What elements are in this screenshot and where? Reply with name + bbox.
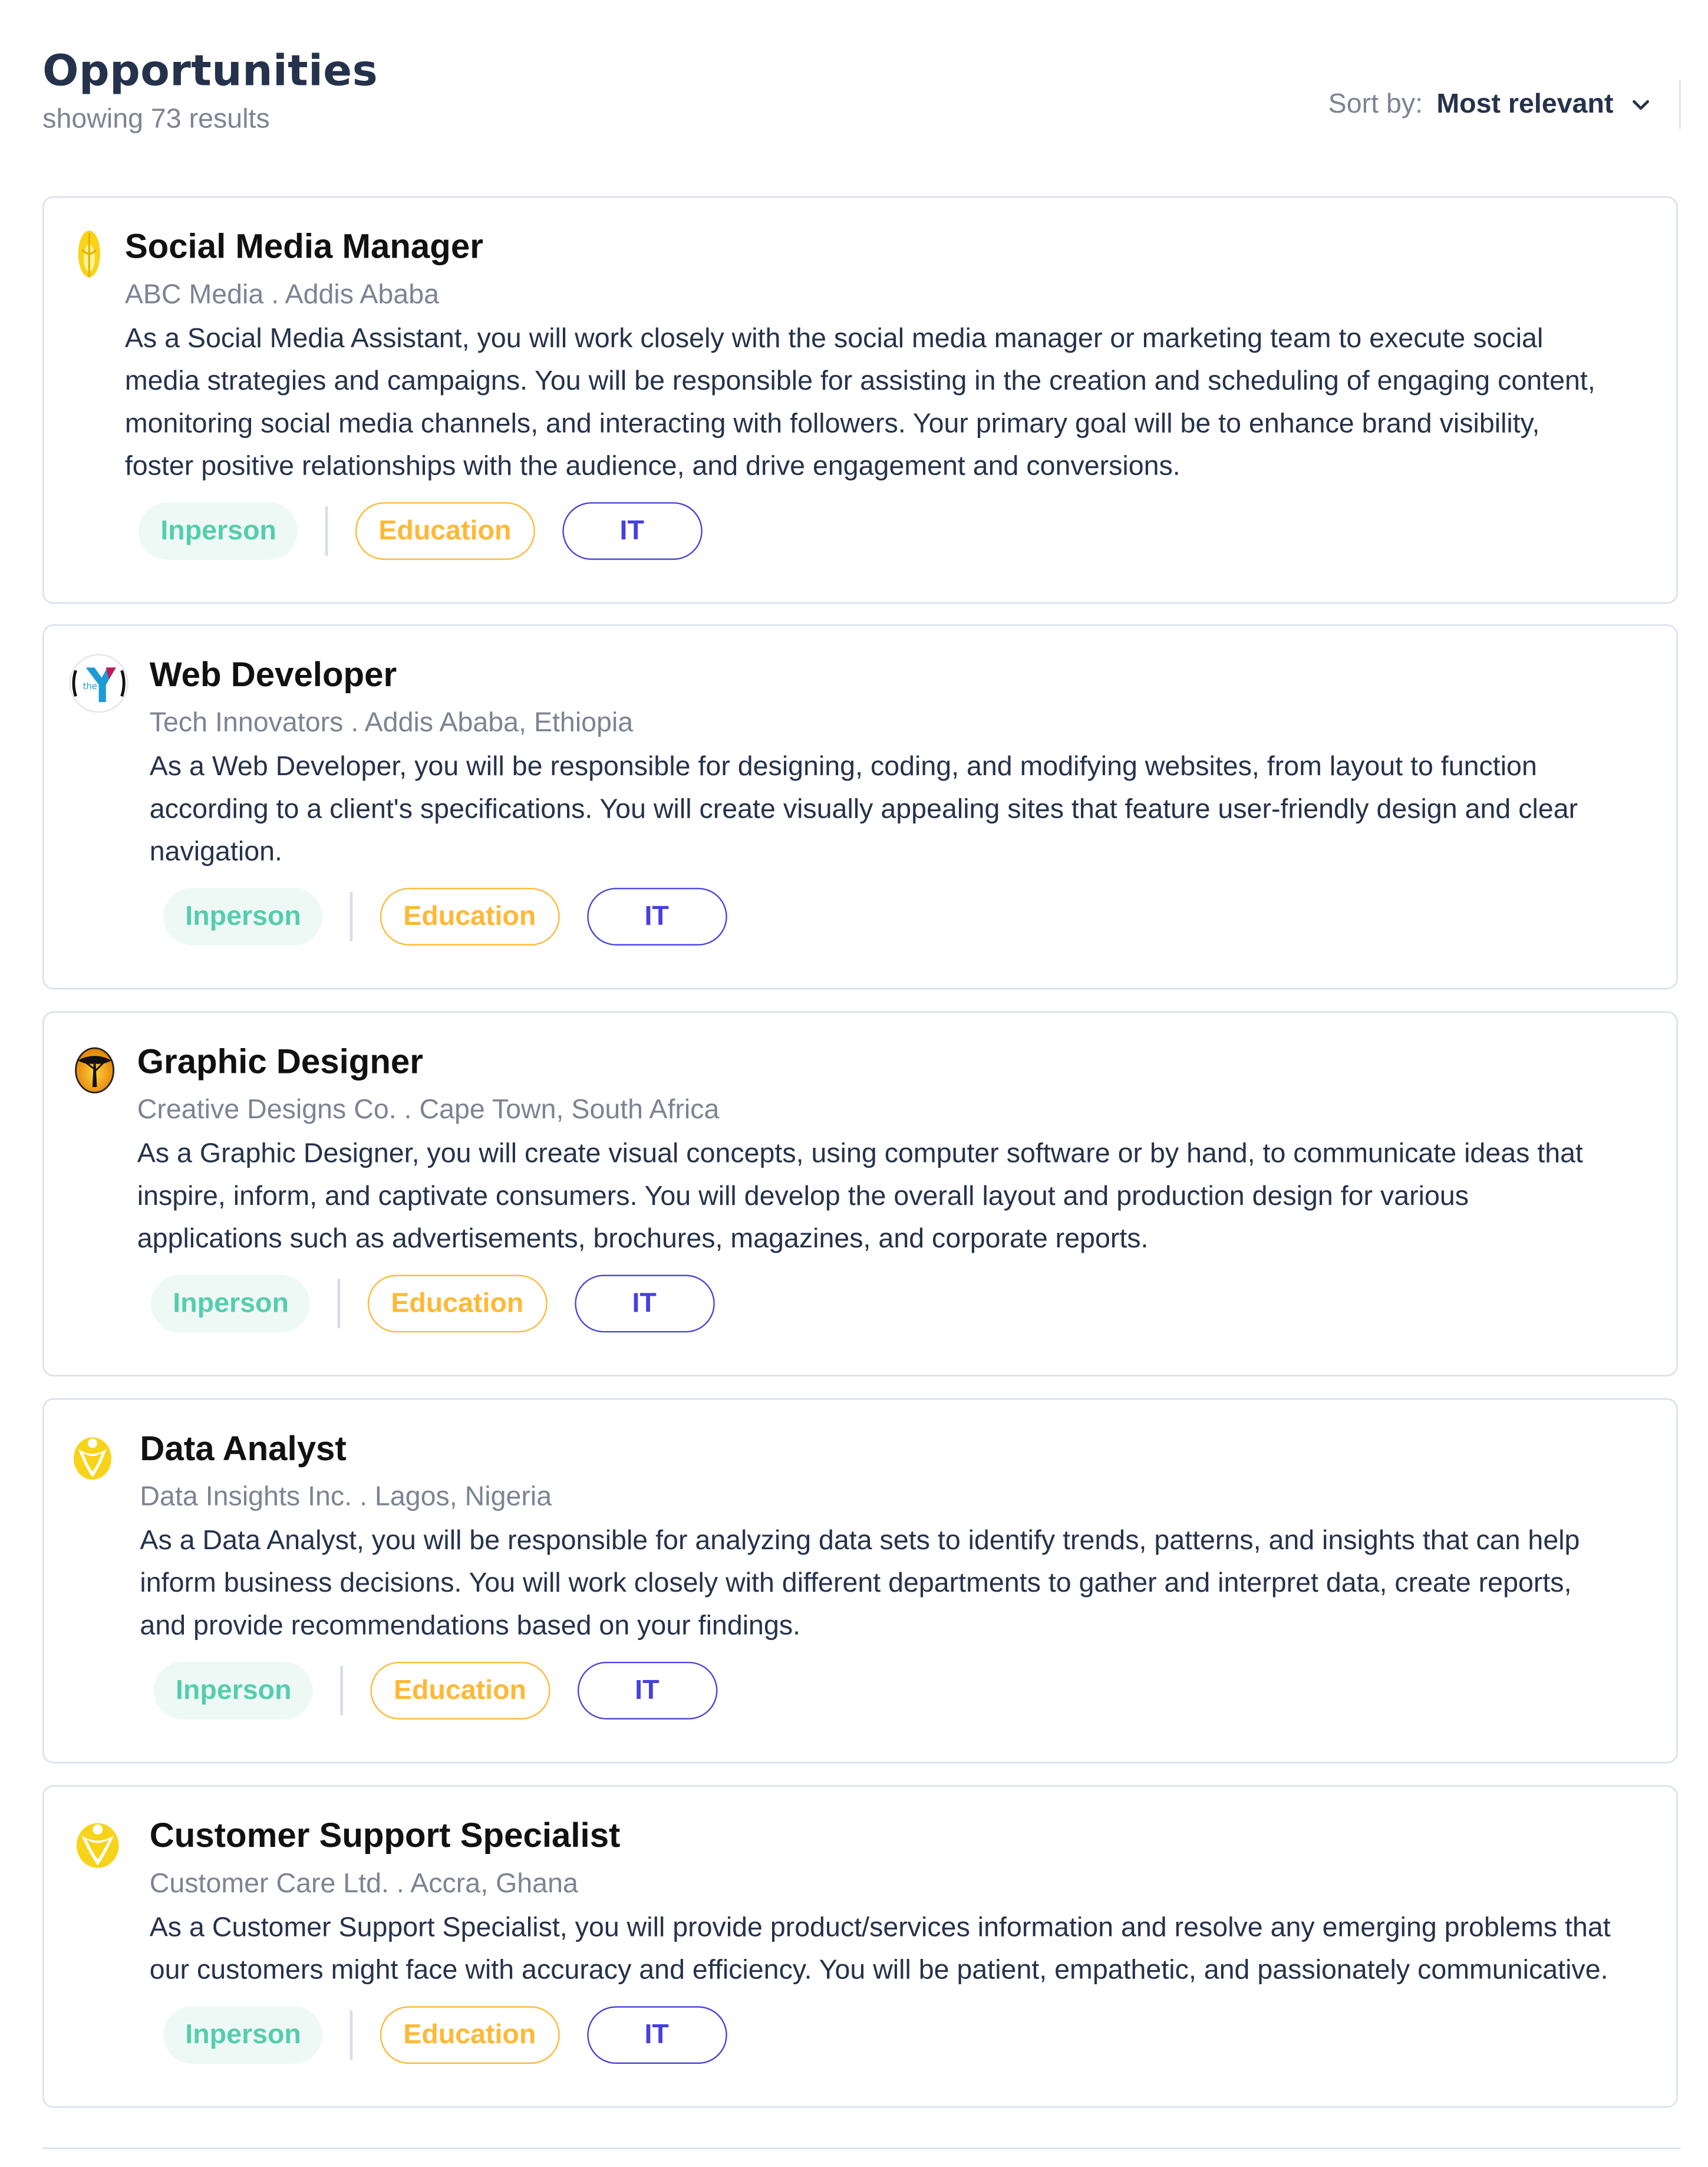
description-line: As a Data Analyst, you will be responsib… xyxy=(140,1526,1580,1556)
tag-it[interactable]: IT xyxy=(574,1274,714,1333)
description-line: applications such as advertisements, bro… xyxy=(137,1224,1149,1254)
page-header: Opportunities showing 73 results Sort by… xyxy=(42,41,1681,165)
job-meta: Data Insights Inc. . Lagos, Nigeria xyxy=(140,1482,552,1513)
job-title[interactable]: Web Developer xyxy=(150,656,397,696)
job-title[interactable]: Graphic Designer xyxy=(137,1043,423,1083)
job-card[interactable]: Customer Support Specialist Customer Car… xyxy=(42,1785,1678,2108)
job-card[interactable]: Graphic Designer Creative Designs Co. . … xyxy=(42,1011,1678,1376)
job-description: As a Data Analyst, you will be responsib… xyxy=(140,1520,1580,1648)
job-card[interactable]: Social Media Manager ABC Media . Addis A… xyxy=(42,196,1678,604)
tag-it[interactable]: IT xyxy=(577,1661,717,1720)
description-line: foster positive relationships with the a… xyxy=(124,451,1181,482)
tag-inperson[interactable]: Inperson xyxy=(139,502,299,560)
description-line: media strategies and campaigns. You will… xyxy=(124,366,1595,397)
logo-text: the xyxy=(83,681,97,691)
tag-divider xyxy=(350,892,353,941)
tag-divider xyxy=(338,1279,341,1329)
page-title: Opportunities xyxy=(42,47,378,96)
tag-divider xyxy=(341,1665,343,1715)
tag-education[interactable]: Education xyxy=(380,888,559,946)
job-description: As a Graphic Designer, you will create v… xyxy=(137,1134,1583,1261)
tag-inperson[interactable]: Inperson xyxy=(163,2006,324,2064)
job-title[interactable]: Social Media Manager xyxy=(125,228,483,268)
job-meta: ABC Media . Addis Ababa xyxy=(124,279,440,311)
description-line: our customers might face with accuracy a… xyxy=(149,1955,1608,1986)
tag-inperson[interactable]: Inperson xyxy=(163,888,324,946)
yellow-leaf-logo-icon xyxy=(78,230,100,278)
chevron-down-icon[interactable] xyxy=(1630,93,1651,115)
description-line: As a Graphic Designer, you will create v… xyxy=(137,1139,1583,1170)
description-line: As a Social Media Assistant, you will wo… xyxy=(124,324,1544,354)
divider xyxy=(42,2148,1681,2149)
tag-divider xyxy=(325,506,328,556)
sort-value[interactable]: Most relevant xyxy=(1436,88,1613,120)
job-card[interactable]: Data Analyst Data Insights Inc. . Lagos,… xyxy=(42,1398,1678,1764)
job-meta: Creative Designs Co. . Cape Town, South … xyxy=(137,1095,720,1125)
opportunities-page: Opportunities showing 73 results Sort by… xyxy=(0,0,1708,2167)
tag-education[interactable]: Education xyxy=(355,502,535,560)
job-tags: Inperson Education IT xyxy=(163,888,727,946)
sort-label: Sort by: xyxy=(1328,88,1423,119)
tree-sunset-logo-icon xyxy=(75,1047,115,1094)
job-description: As a Web Developer, you will be responsi… xyxy=(150,746,1578,874)
tag-divider xyxy=(350,2010,353,2060)
ymca-logo-icon: the xyxy=(69,654,128,713)
job-tags: Inperson Education IT xyxy=(153,1661,717,1720)
job-description: As a Customer Support Specialist, you wi… xyxy=(150,1908,1611,1993)
yellow-person-logo-icon xyxy=(74,1437,111,1480)
tag-it[interactable]: IT xyxy=(586,888,727,946)
job-meta: Tech Innovators . Addis Ababa, Ethiopia xyxy=(149,708,634,739)
results-count: showing 73 results xyxy=(42,104,270,135)
job-tags: Inperson Education IT xyxy=(139,502,702,560)
description-line: As a Web Developer, you will be responsi… xyxy=(149,752,1537,782)
job-card[interactable]: the Web Developer Tech Innovators . Addi… xyxy=(42,624,1678,990)
description-line: inspire, inform, and captivate consumers… xyxy=(137,1181,1469,1212)
yellow-person-logo-icon xyxy=(76,1823,119,1868)
description-line: inform business decisions. You will work… xyxy=(140,1568,1572,1599)
description-line: monitoring social media channels, and in… xyxy=(124,409,1540,439)
description-line: navigation. xyxy=(149,836,282,868)
job-tags: Inperson Education IT xyxy=(151,1274,714,1333)
sort-dropdown[interactable]: Sort by: Most relevant xyxy=(1328,80,1681,129)
job-title[interactable]: Data Analyst xyxy=(140,1430,346,1470)
tag-inperson[interactable]: Inperson xyxy=(153,1661,314,1720)
description-line: and provide recommendations based on you… xyxy=(140,1611,801,1642)
job-tags: Inperson Education IT xyxy=(163,2006,727,2064)
tag-it[interactable]: IT xyxy=(562,502,702,560)
description-line: As a Customer Support Specialist, you wi… xyxy=(149,1912,1611,1944)
tag-it[interactable]: IT xyxy=(586,2006,727,2064)
tag-education[interactable]: Education xyxy=(367,1274,547,1333)
tag-education[interactable]: Education xyxy=(370,1661,550,1720)
job-description: As a Social Media Assistant, you will wo… xyxy=(125,318,1595,489)
tag-education[interactable]: Education xyxy=(380,2006,559,2064)
description-line: according to a client's specifications. … xyxy=(149,794,1578,825)
tag-inperson[interactable]: Inperson xyxy=(151,1274,311,1333)
job-title[interactable]: Customer Support Specialist xyxy=(150,1817,621,1857)
job-meta: Customer Care Ltd. . Accra, Ghana xyxy=(149,1869,578,1899)
